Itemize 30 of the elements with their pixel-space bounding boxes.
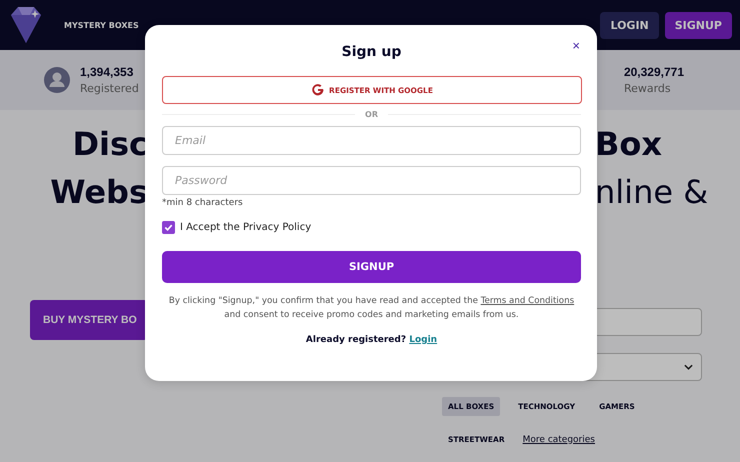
password-hint: *min 8 characters xyxy=(162,198,244,208)
stat-label: Registered xyxy=(80,82,139,95)
dialog-title: Sign up xyxy=(342,44,402,62)
stat-value: 1,394,353 xyxy=(80,65,134,79)
more-categories-link[interactable]: More categories xyxy=(522,434,595,444)
stat-label: Rewards xyxy=(624,82,672,95)
password-field[interactable]: Password xyxy=(162,166,581,195)
checkbox-label: I Accept the Privacy Policy xyxy=(180,222,312,233)
already-registered-text: Already registered? xyxy=(306,335,406,345)
consent-text: By clicking "Signup," you confirm that you have read and accepted the Terms and Conditions and consent to receive promo codes and marketing emails from us. xyxy=(168,295,575,322)
terms-link[interactable]: Terms and Conditions xyxy=(480,296,574,306)
diamond-logo-icon[interactable] xyxy=(8,5,44,45)
hero-heading: Box xyxy=(595,125,664,163)
divider-label: OR xyxy=(365,110,378,119)
hero-heading: nline & xyxy=(595,173,710,211)
submit-button[interactable]: SIGNUP xyxy=(162,251,581,283)
close-button[interactable]: × xyxy=(572,39,580,52)
signup-button[interactable]: SIGNUP xyxy=(664,12,732,38)
stat-value: 20,329,771 xyxy=(624,65,684,79)
nav-link[interactable]: MYSTERY BOXES xyxy=(64,20,139,30)
login-button[interactable]: LOGIN xyxy=(600,12,659,38)
hero-heading: Webs xyxy=(49,173,148,211)
hero-heading: Disc xyxy=(71,125,148,163)
chevron-down-icon xyxy=(684,364,693,370)
google-g-icon xyxy=(311,83,326,97)
login-link[interactable]: Login xyxy=(409,335,438,345)
email-field[interactable]: Email xyxy=(162,126,581,155)
checkbox[interactable] xyxy=(162,221,175,234)
user-avatar-icon xyxy=(44,67,70,93)
buy-mystery-boxes-button[interactable]: BUY MYSTERY BO xyxy=(30,300,148,340)
